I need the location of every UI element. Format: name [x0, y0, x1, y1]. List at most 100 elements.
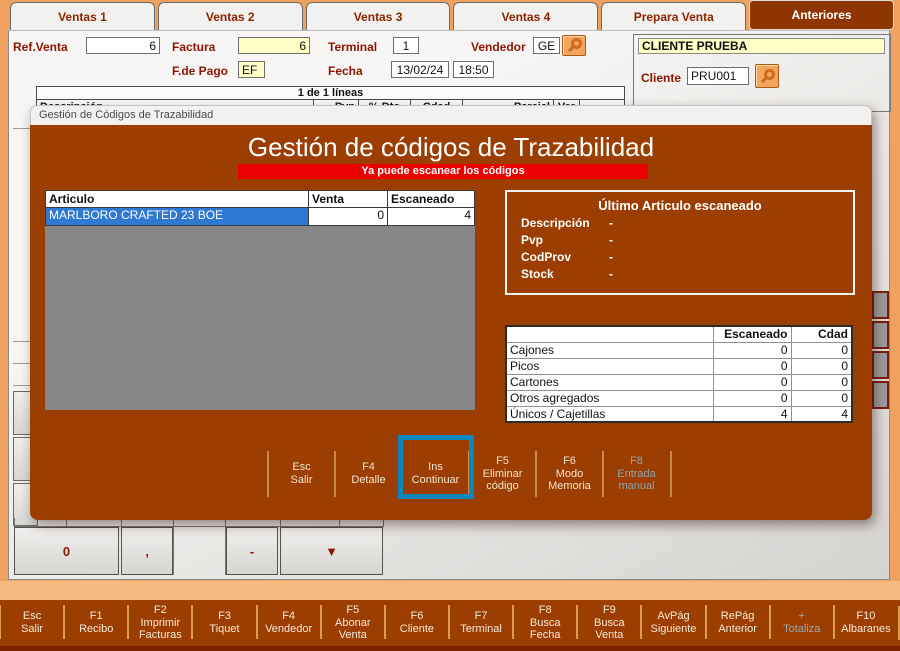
fpago-label: F.de Pago: [172, 64, 228, 78]
client-name-field: CLIENTE PRUEBA: [638, 38, 885, 54]
field-label: Descripción: [521, 216, 609, 230]
terminal-input[interactable]: 1: [393, 37, 419, 54]
summary-col-cdad: Cdad: [791, 326, 852, 342]
scan-table-header: Articulo Venta Escaneado: [45, 190, 475, 208]
row-escaneado: 0: [713, 358, 791, 374]
fn-f3-tiquet[interactable]: F3 Tiquet: [192, 600, 256, 646]
fn-totaliza: + Totaliza: [770, 600, 834, 646]
cell-articulo: MARLBORO CRAFTED 23 BOE: [46, 208, 308, 225]
fn-f10-albaranes[interactable]: F10 Albaranes: [834, 600, 898, 646]
scan-ready-banner: Ya puede escanear los códigos: [238, 164, 648, 179]
fn-f6-cliente[interactable]: F6 Cliente: [385, 600, 449, 646]
fn-avpag-siguiente[interactable]: AvPág Siguiente: [641, 600, 705, 646]
fn-esc-salir[interactable]: Esc Salir: [0, 600, 64, 646]
ref-venta-input[interactable]: 6: [86, 37, 160, 54]
keypad-key-minus[interactable]: -: [226, 527, 278, 575]
scan-table: Articulo Venta Escaneado MARLBORO CRAFTE…: [45, 190, 475, 410]
keypad-key-down[interactable]: ▼: [280, 527, 383, 575]
table-row: Picos 0 0: [506, 358, 852, 374]
continue-highlight-box: [398, 435, 474, 499]
fn-f7-terminal[interactable]: F7 Terminal: [449, 600, 513, 646]
vendedor-label: Vendedor: [471, 40, 526, 54]
field-value: -: [609, 250, 613, 264]
tab-prepara-venta[interactable]: Prepara Venta: [601, 2, 746, 30]
table-row[interactable]: MARLBORO CRAFTED 23 BOE 0 4: [45, 208, 475, 226]
row-cdad: 4: [791, 406, 852, 422]
fecha-label: Fecha: [328, 64, 363, 78]
tab-bar: Ventas 1 Ventas 2 Ventas 3 Ventas 4 Prep…: [10, 2, 894, 30]
fn-f8-busca-fecha[interactable]: F8 Busca Fecha: [513, 600, 577, 646]
tab-ventas-3[interactable]: Ventas 3: [306, 2, 451, 30]
field-pvp: Pvp -: [521, 233, 853, 247]
fn-f2-imprimir-facturas[interactable]: F2 Imprimir Facturas: [128, 600, 192, 646]
keypad-key-comma[interactable]: ,: [121, 527, 173, 575]
modal-f4-detalle-button[interactable]: F4 Detalle: [335, 447, 402, 501]
client-panel: CLIENTE PRUEBA Cliente PRU001: [633, 34, 891, 112]
keypad-stub: [14, 518, 15, 527]
factura-input[interactable]: 6: [238, 37, 310, 54]
row-escaneado: 0: [713, 390, 791, 406]
terminal-label: Terminal: [328, 40, 377, 54]
fpago-input[interactable]: EF: [238, 61, 265, 78]
row-escaneado: 0: [713, 342, 791, 358]
field-value: -: [609, 267, 613, 281]
row-label: Cartones: [506, 374, 713, 390]
modal-f8-entrada-manual-button: F8 Entrada manual: [603, 447, 670, 501]
row-cdad: 0: [791, 358, 852, 374]
tab-ventas-1[interactable]: Ventas 1: [10, 2, 155, 30]
cliente-input[interactable]: PRU001: [687, 67, 749, 85]
tab-anteriores[interactable]: Anteriores: [749, 0, 894, 30]
row-escaneado: 0: [713, 374, 791, 390]
cell-venta: 0: [308, 208, 387, 225]
modal-title: Gestión de códigos de Trazabilidad: [30, 132, 872, 163]
hora-input[interactable]: 18:50: [453, 61, 494, 78]
fn-repag-anterior[interactable]: RePág Anterior: [706, 600, 770, 646]
side-button-fragment: [872, 291, 889, 319]
field-label: CodProv: [521, 250, 609, 264]
ref-venta-label: Ref.Venta: [13, 40, 68, 54]
fn-f9-busca-venta[interactable]: F9 Busca Venta: [577, 600, 641, 646]
search-icon: [571, 38, 582, 49]
row-cdad: 0: [791, 390, 852, 406]
fn-f1-recibo[interactable]: F1 Recibo: [64, 600, 128, 646]
vendedor-search-button[interactable]: [562, 35, 586, 56]
modal-esc-salir-button[interactable]: Esc Salir: [268, 447, 335, 501]
keypad-key-0[interactable]: 0: [14, 527, 119, 575]
modal-f5-eliminar-codigo-button[interactable]: F5 Eliminar código: [469, 447, 536, 501]
search-icon: [764, 69, 775, 80]
row-label: Otros agregados: [506, 390, 713, 406]
field-value: -: [609, 233, 613, 247]
summary-table: Escaneado Cdad Cajones 0 0 Picos 0 0 Car…: [505, 325, 853, 423]
field-stock: Stock -: [521, 267, 853, 281]
fecha-input[interactable]: 13/02/24: [391, 61, 449, 78]
fn-f5-abonar-venta[interactable]: F5 Abonar Venta: [321, 600, 385, 646]
table-row: Cartones 0 0: [506, 374, 852, 390]
modal-body: Gestión de códigos de Trazabilidad Ya pu…: [30, 125, 872, 520]
bottom-edge: [0, 646, 900, 651]
triangle-down-icon: ▼: [325, 544, 338, 559]
modal-f6-modo-memoria-button[interactable]: F6 Modo Memoria: [536, 447, 603, 501]
field-descripcion: Descripción -: [521, 216, 853, 230]
cliente-search-button[interactable]: [755, 64, 779, 88]
vendedor-input[interactable]: GE: [533, 37, 560, 54]
separator: [670, 451, 672, 497]
field-label: Pvp: [521, 233, 609, 247]
side-button-fragment: [872, 321, 889, 349]
bottom-band: [0, 581, 900, 600]
tab-ventas-2[interactable]: Ventas 2: [158, 2, 303, 30]
col-venta: Venta: [308, 191, 387, 207]
row-label: Cajones: [506, 342, 713, 358]
scan-table-empty-area: [45, 226, 475, 410]
modal-titlebar: Gestión de Códigos de Trazabilidad: [30, 105, 872, 125]
fn-f4-vendedor[interactable]: F4 Vendedor: [257, 600, 321, 646]
table-row: Únicos / Cajetillas 4 4: [506, 406, 852, 422]
lines-count-bar: 1 de 1 líneas: [36, 86, 625, 100]
tab-ventas-4[interactable]: Ventas 4: [453, 2, 598, 30]
pos-screen: Ventas 1 Ventas 2 Ventas 3 Ventas 4 Prep…: [0, 0, 900, 651]
side-button-fragment: [872, 381, 889, 409]
factura-label: Factura: [172, 40, 215, 54]
table-row: Cajones 0 0: [506, 342, 852, 358]
row-label: Picos: [506, 358, 713, 374]
cell-escaneado: 4: [387, 208, 474, 225]
function-bar: Esc Salir F1 Recibo F2 Imprimir Facturas…: [0, 600, 900, 646]
